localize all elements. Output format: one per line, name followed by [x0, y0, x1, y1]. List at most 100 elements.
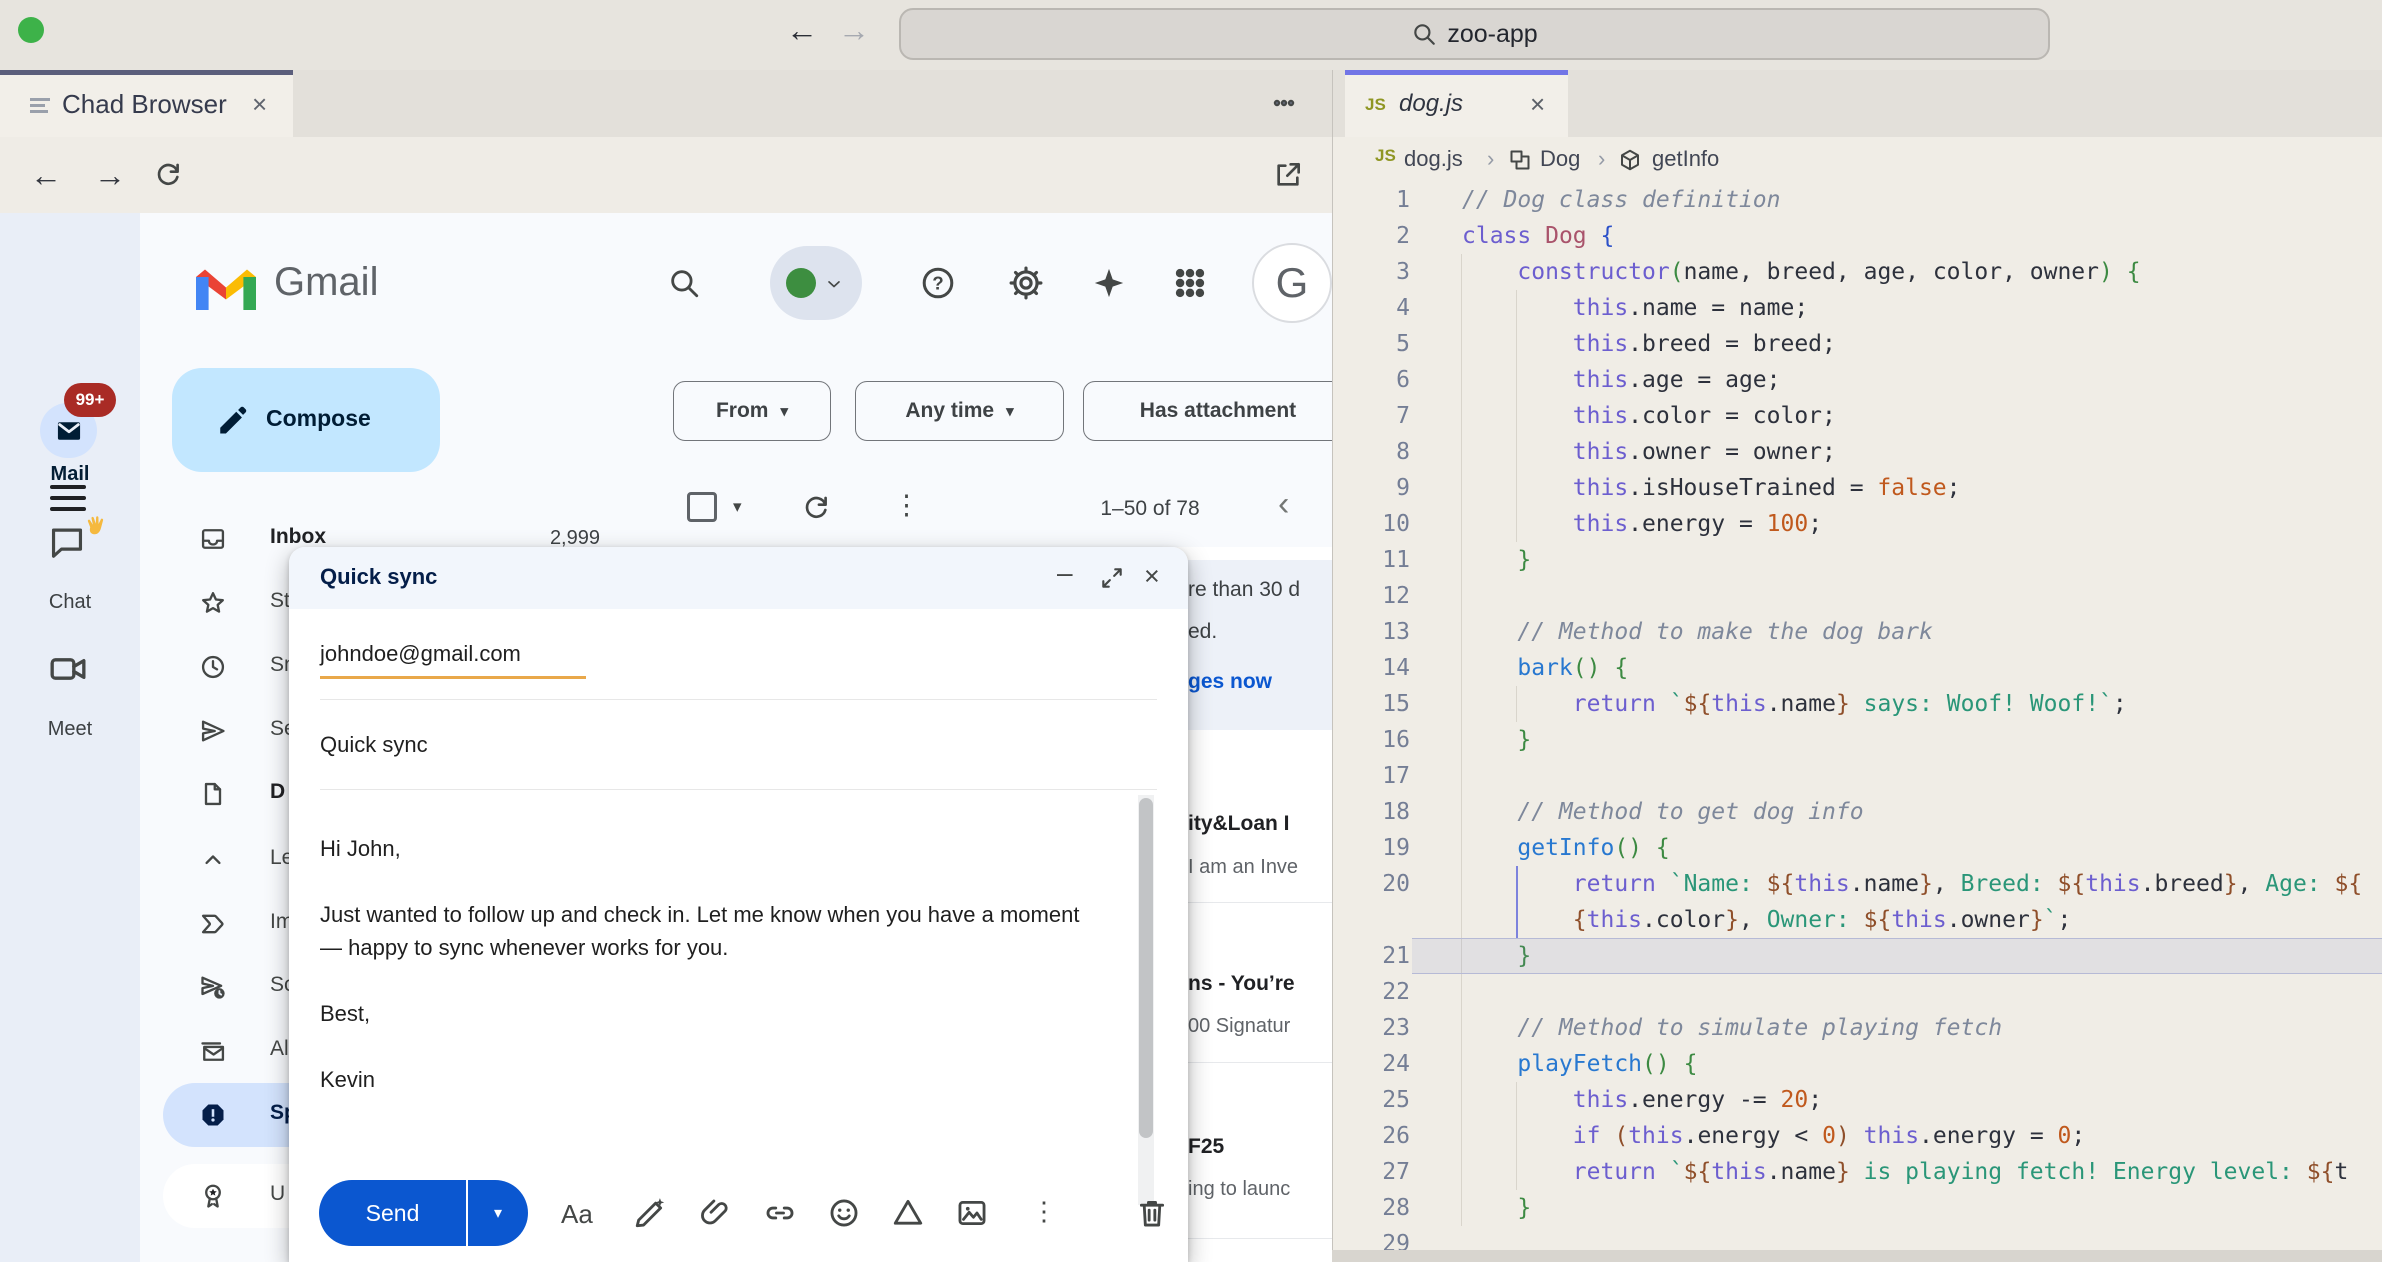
email-row-snippet[interactable]: I am an Inve	[1188, 856, 1298, 879]
code-line-16[interactable]: 16 }	[1332, 722, 2382, 758]
select-caret-icon[interactable]: ▾	[733, 497, 742, 517]
filter-chip-has-attachment[interactable]: Has attachment	[1083, 381, 1332, 441]
code-line-9[interactable]: 9 this.isHouseTrained = false;	[1332, 470, 2382, 506]
code-line-27[interactable]: 27 return `${this.name} is playing fetch…	[1332, 1154, 2382, 1190]
code-line-26[interactable]: 26 if (this.energy < 0) this.energy = 0;	[1332, 1118, 2382, 1154]
attach-file-icon[interactable]	[699, 1196, 733, 1230]
discard-draft-icon[interactable]	[1135, 1196, 1169, 1230]
code-line-19[interactable]: 19 getInfo() {	[1332, 830, 2382, 866]
code-line-1[interactable]: 1// Dog class definition	[1332, 182, 2382, 218]
email-row-title[interactable]: F25	[1188, 1135, 1224, 1159]
code-line-4[interactable]: 4 this.name = name;	[1332, 290, 2382, 326]
help-me-write-icon[interactable]	[633, 1196, 667, 1230]
settings-gear-icon[interactable]	[1007, 264, 1045, 302]
email-row-title[interactable]: ns - You’re	[1188, 972, 1295, 996]
body-scrollbar-thumb[interactable]	[1139, 798, 1153, 1138]
filter-chip-any-time[interactable]: Any time▾	[855, 381, 1064, 441]
code-line-8[interactable]: 8 this.owner = owner;	[1332, 434, 2382, 470]
browser-forward-icon[interactable]: →	[94, 157, 126, 194]
reload-icon[interactable]	[152, 159, 184, 191]
code-line-20[interactable]: 20 return `Name: ${this.name}, Breed: ${…	[1332, 866, 2382, 902]
tab-close-icon[interactable]: ×	[252, 89, 267, 120]
line-number: 22	[1332, 974, 1410, 1010]
line-number: 15	[1332, 686, 1410, 722]
email-row-title[interactable]: ity&Loan I	[1188, 812, 1290, 836]
app-back-icon[interactable]: ←	[786, 12, 818, 49]
breadcrumb-method[interactable]: getInfo	[1652, 146, 1719, 172]
code-line-5[interactable]: 5 this.breed = breed;	[1332, 326, 2382, 362]
open-external-icon[interactable]	[1272, 159, 1304, 191]
newer-page-icon[interactable]: ‹	[1278, 485, 1289, 524]
subject-field[interactable]: Quick sync	[320, 732, 428, 758]
insert-emoji-icon[interactable]	[827, 1196, 861, 1230]
minimize-icon[interactable]: –	[1057, 557, 1073, 589]
code-text: playFetch() {	[1462, 1046, 1697, 1082]
delete-spam-link[interactable]: ges now	[1188, 670, 1272, 694]
tab-chad-browser[interactable]: Chad Browser ×	[0, 70, 293, 137]
code-line-22[interactable]: 22	[1332, 974, 2382, 1010]
apps-grid-icon[interactable]	[1173, 266, 1207, 300]
code-line-10[interactable]: 10 this.energy = 100;	[1332, 506, 2382, 542]
send-options-button[interactable]: ▾	[468, 1180, 528, 1246]
code-line-13[interactable]: 13 // Method to make the dog bark	[1332, 614, 2382, 650]
breadcrumb-file[interactable]: dog.js	[1404, 146, 1463, 172]
window-control-green[interactable]	[18, 17, 44, 43]
close-icon[interactable]: ×	[1144, 561, 1160, 592]
insert-photo-icon[interactable]	[955, 1196, 989, 1230]
popout-icon[interactable]	[1099, 565, 1125, 591]
app-search-bar[interactable]: zoo-app	[899, 8, 2050, 60]
spam-banner-line2: ed.	[1188, 620, 1217, 644]
email-row-snippet[interactable]: ing to launc	[1188, 1178, 1290, 1201]
code-line-wrap[interactable]: {this.color}, Owner: ${this.owner}`;	[1332, 902, 2382, 938]
tab-close-icon[interactable]: ×	[1530, 89, 1545, 120]
code-text: this.energy -= 20;	[1462, 1082, 1822, 1118]
account-avatar[interactable]: G	[1252, 243, 1332, 323]
tab-dog-js[interactable]: JS dog.js ×	[1345, 70, 1568, 137]
select-all-checkbox[interactable]	[687, 492, 717, 522]
compose-header[interactable]: Quick sync – ×	[289, 547, 1188, 609]
code-line-14[interactable]: 14 bark() {	[1332, 650, 2382, 686]
code-line-18[interactable]: 18 // Method to get dog info	[1332, 794, 2382, 830]
code-line-24[interactable]: 24 playFetch() {	[1332, 1046, 2382, 1082]
gemini-sparkle-icon[interactable]	[1092, 266, 1126, 300]
email-row-snippet[interactable]: 00 Signatur	[1188, 1015, 1290, 1038]
breadcrumb-class[interactable]: Dog	[1540, 146, 1580, 172]
code-line-17[interactable]: 17	[1332, 758, 2382, 794]
code-line-2[interactable]: 2class Dog {	[1332, 218, 2382, 254]
code-text: this.name = name;	[1462, 290, 1808, 326]
more-options-icon[interactable]: ⋮	[893, 490, 920, 521]
formatting-options-icon[interactable]: Aa	[561, 1199, 593, 1230]
send-button[interactable]: Send	[319, 1180, 466, 1246]
message-body[interactable]: Hi John,Just wanted to follow up and che…	[320, 832, 1080, 1129]
code-text: }	[1462, 938, 1531, 974]
status-pill[interactable]	[770, 246, 862, 320]
tab-overflow-icon[interactable]	[1268, 91, 1300, 115]
code-line-11[interactable]: 11 }	[1332, 542, 2382, 578]
filter-chip-from[interactable]: From▾	[673, 381, 831, 441]
code-line-7[interactable]: 7 this.color = color;	[1332, 398, 2382, 434]
body-paragraph: Hi John,	[320, 832, 1080, 865]
line-number: 18	[1332, 794, 1410, 830]
refresh-icon[interactable]	[800, 492, 832, 524]
pencil-icon	[216, 403, 250, 437]
code-line-6[interactable]: 6 this.age = age;	[1332, 362, 2382, 398]
insert-drive-icon[interactable]	[891, 1196, 925, 1230]
code-line-25[interactable]: 25 this.energy -= 20;	[1332, 1082, 2382, 1118]
more-send-options-icon[interactable]: ⋮	[1031, 1196, 1057, 1227]
line-number: 21	[1332, 938, 1410, 974]
app-forward-icon[interactable]: →	[838, 12, 870, 49]
code-line-15[interactable]: 15 return `${this.name} says: Woof! Woof…	[1332, 686, 2382, 722]
list-favicon-icon	[30, 95, 50, 116]
code-line-23[interactable]: 23 // Method to simulate playing fetch	[1332, 1010, 2382, 1046]
compose-button[interactable]: Compose	[172, 368, 440, 472]
code-line-21[interactable]: 21 }	[1332, 938, 2382, 974]
insert-link-icon[interactable]	[763, 1196, 797, 1230]
code-line-28[interactable]: 28 }	[1332, 1190, 2382, 1226]
help-icon[interactable]: ?	[920, 265, 956, 301]
code-line-3[interactable]: 3 constructor(name, breed, age, color, o…	[1332, 254, 2382, 290]
gmail-search-icon[interactable]	[667, 266, 701, 300]
recipient-field[interactable]: johndoe@gmail.com	[320, 641, 521, 667]
line-number: 28	[1332, 1190, 1410, 1226]
code-line-12[interactable]: 12	[1332, 578, 2382, 614]
browser-back-icon[interactable]: ←	[30, 157, 62, 194]
